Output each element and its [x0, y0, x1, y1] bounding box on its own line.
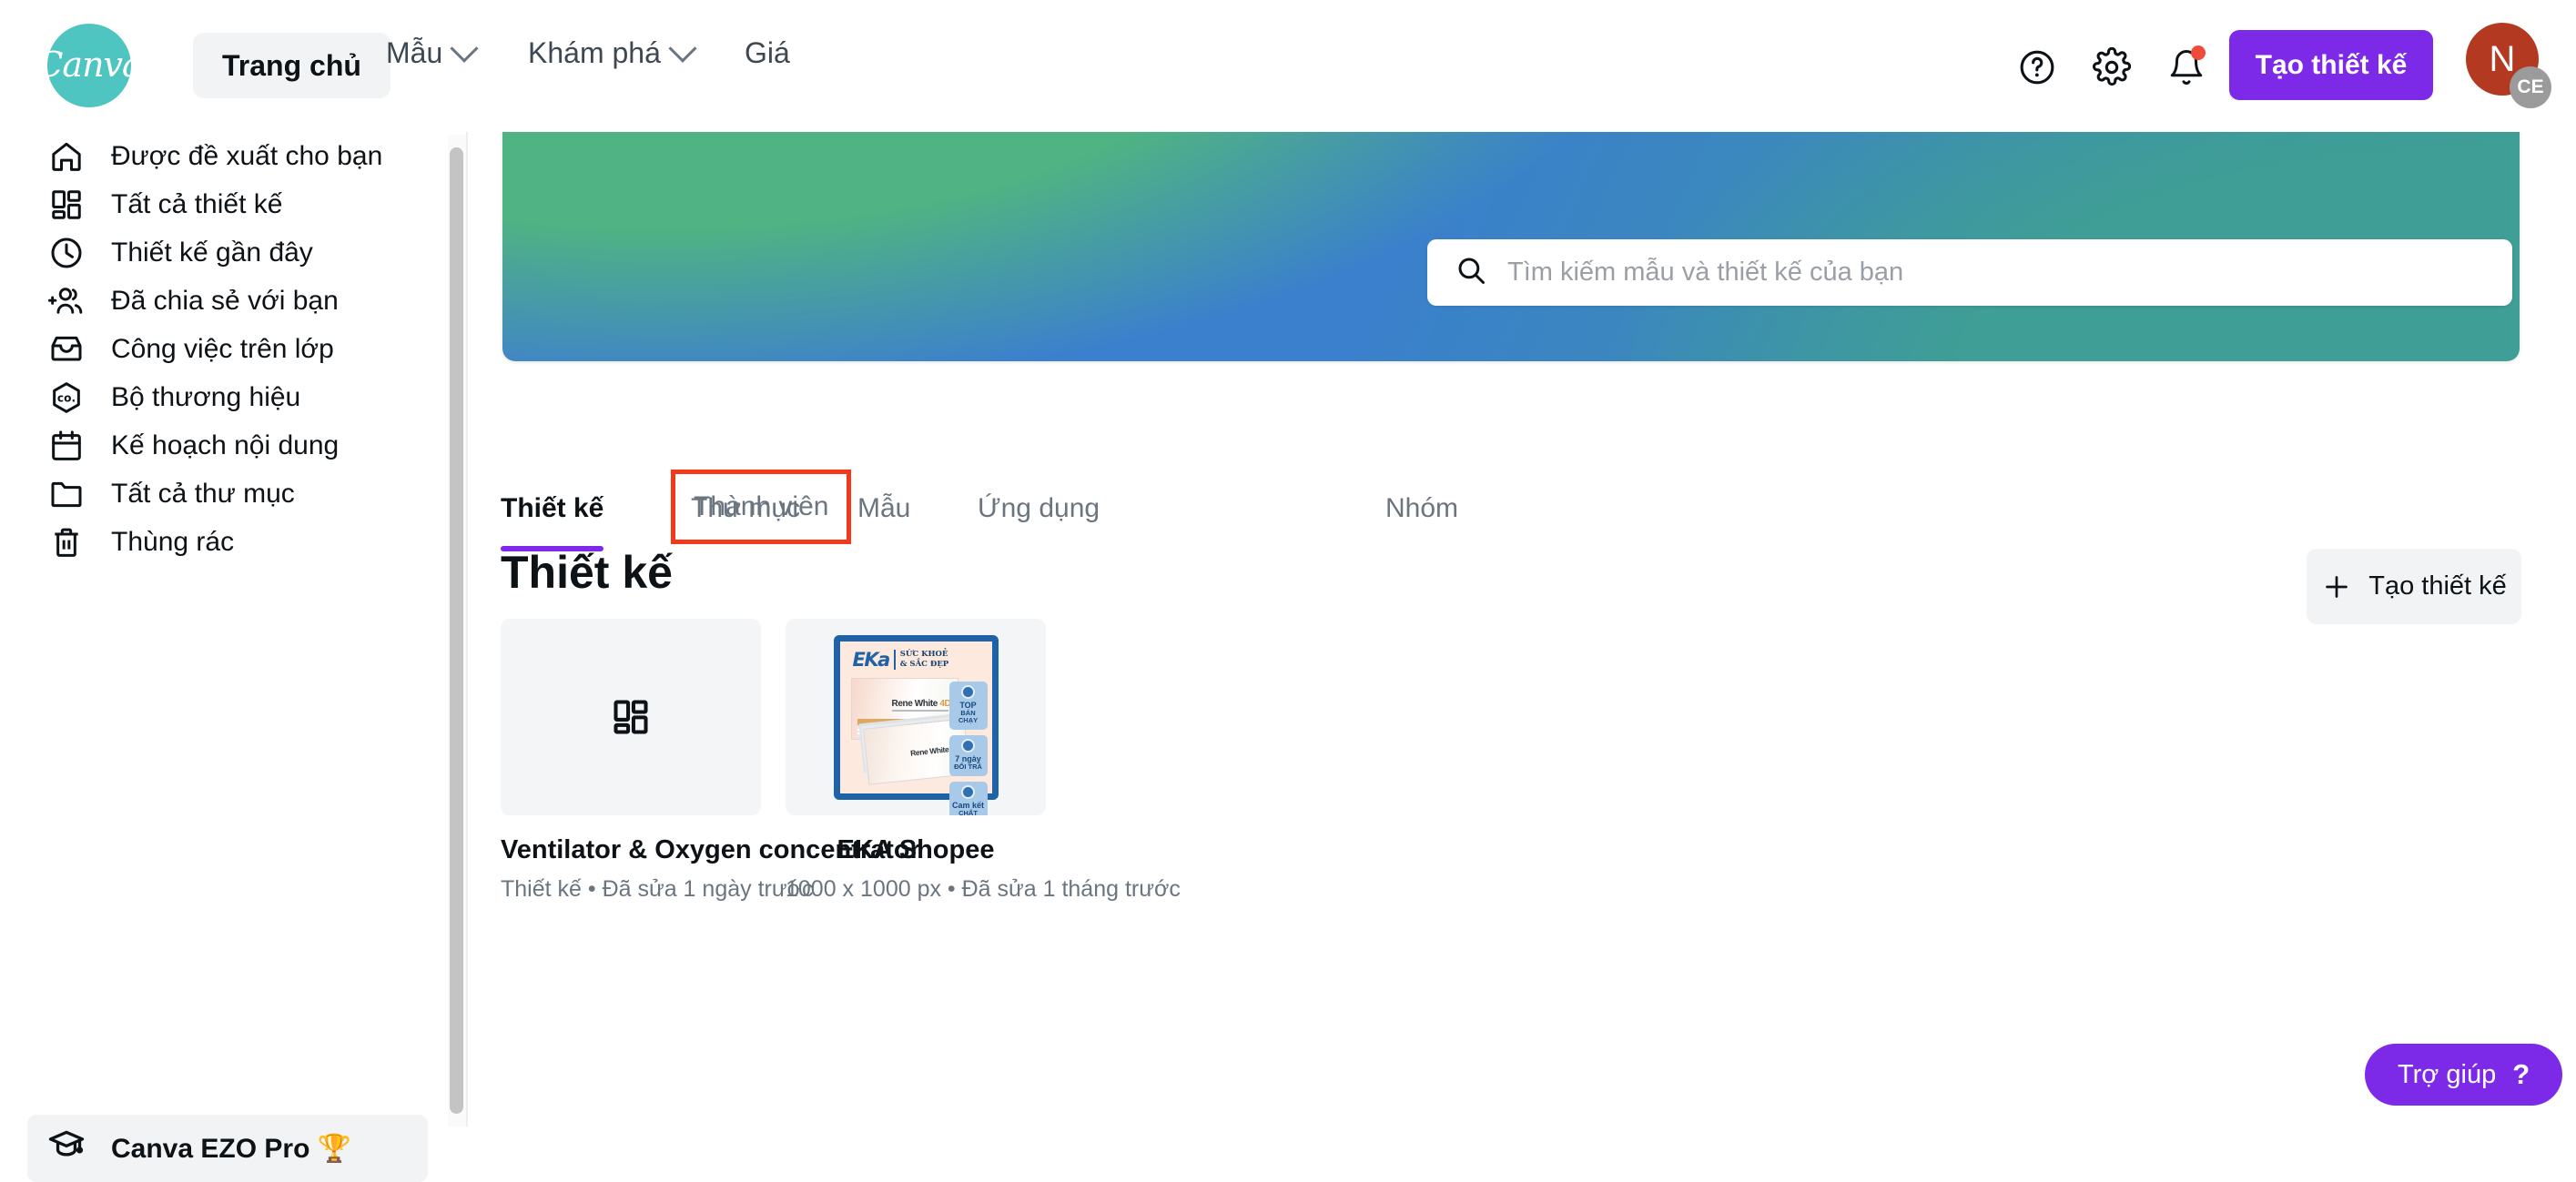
help-button[interactable]: Trợ giúp ? [2365, 1044, 2563, 1106]
home-icon [47, 137, 86, 176]
tab-thanh-vien[interactable]: Thành viên [671, 470, 852, 544]
tab-label: Thành viên [694, 491, 829, 521]
tab-nhom[interactable]: Nhóm [1385, 480, 1458, 537]
design-card[interactable]: Ventilator & Oxygen concentrator Thiết k… [501, 619, 920, 903]
design-card-subtitle: Thiết kế • Đã sửa 1 ngày trước [501, 876, 814, 902]
gear-icon[interactable] [2084, 40, 2139, 95]
add-people-icon [47, 282, 86, 320]
sidebar-item-label: Tất cả thư mục [111, 479, 295, 509]
content-tabs: Thiết kế Thư mục Mẫu Ứng dụng Thành viên… [468, 470, 2576, 551]
create-design-secondary-label: Tạo thiết kế [2368, 571, 2507, 601]
inbox-icon [47, 330, 86, 369]
svg-text:co.: co. [57, 392, 76, 405]
main-content: Thiết kế Thư mục Mẫu Ứng dụng Thành viên… [468, 132, 2576, 1126]
nav-item-label: Giá [745, 36, 790, 69]
eka-slogan-line1: SỨC KHOẺ [899, 650, 948, 660]
app-header: Canva Trang chủ Mẫu Khám phá Giá Tạo thi… [0, 0, 2576, 132]
calendar-icon [47, 427, 86, 465]
eka-product-name: Rene White 4D [891, 698, 951, 709]
tab-label: Mẫu [857, 493, 911, 523]
avatar[interactable]: N CE [2466, 23, 2551, 108]
eka-badge: 7 ngày ĐỔI TRẢ [948, 735, 988, 777]
chevron-down-icon [450, 34, 479, 63]
nav-item-mau[interactable]: Mẫu [386, 34, 479, 70]
sidebar-scrollbar-thumb[interactable] [450, 147, 463, 1114]
sidebar-item-label: Bộ thương hiệu [111, 382, 301, 412]
tab-label: Thiết kế [501, 493, 604, 523]
nav-item-label: Khám phá [528, 36, 661, 69]
sidebar-item-label: Đã chia sẻ với bạn [111, 286, 339, 316]
sidebar: Được đề xuất cho bạn Tất cả thiết kế Thi… [0, 132, 448, 1182]
nav-item-kham-pha[interactable]: Khám phá [528, 34, 697, 70]
search-icon [1455, 254, 1487, 291]
notification-dot [2191, 45, 2206, 60]
sidebar-item-label: Kế hoạch nội dung [111, 430, 340, 460]
sidebar-item-canva-ezo-pro[interactable]: Canva EZO Pro 🏆 [27, 1115, 428, 1182]
check-badge-icon [961, 785, 975, 800]
eka-divider [893, 649, 896, 670]
return-badge-icon [961, 739, 975, 753]
design-thumbnail[interactable]: EKa SỨC KHOẺ & SẮC ĐẸP Rene White 4D Ren… [786, 619, 1046, 815]
clock-icon [47, 234, 86, 272]
canva-logo-text: Canva [36, 45, 142, 85]
sidebar-item-label: Tất cả thiết kế [111, 189, 283, 219]
question-circle-icon[interactable] [2010, 40, 2064, 95]
eka-slogan: SỨC KHOẺ & SẮC ĐẸP [900, 650, 948, 669]
chevron-down-icon [668, 34, 697, 63]
grid-icon [47, 186, 86, 224]
folder-icon [47, 475, 86, 513]
trash-icon [47, 523, 86, 561]
question-mark-icon: ? [2512, 1058, 2530, 1090]
brand-hexagon-icon: co. [47, 379, 86, 417]
search-input[interactable] [1507, 258, 2463, 288]
canva-logo[interactable]: Canva [36, 24, 143, 107]
bell-icon[interactable] [2159, 40, 2214, 95]
eka-brand-text: EKa [852, 648, 891, 671]
tab-label: Nhóm [1385, 493, 1459, 523]
eka-slogan-line2: & SẮC ĐẸP [899, 659, 949, 669]
sidebar-item-label: Thiết kế gần đây [111, 237, 313, 268]
star-badge-icon [961, 684, 975, 699]
graduation-cap-icon [47, 1126, 86, 1171]
sidebar-item-label: Thùng rác [111, 527, 235, 557]
nav-item-trang-chu[interactable]: Trang chủ [193, 33, 390, 98]
nav-item-gia[interactable]: Giá [745, 36, 790, 70]
plus-icon [2326, 575, 2348, 598]
tab-thiet-ke[interactable]: Thiết kế [501, 480, 604, 551]
nav-item-label: Trang chủ [222, 48, 361, 82]
sidebar-item-thung-rac[interactable]: Thùng rác [27, 509, 428, 576]
create-design-button[interactable]: Tạo thiết kế [2229, 30, 2433, 100]
eka-badge: Cam kết CHẤT LƯỢNG [948, 782, 988, 815]
create-design-secondary-button[interactable]: Tạo thiết kế [2307, 549, 2521, 624]
page-title: Thiết kế [501, 547, 673, 598]
design-card-title: EKA Shopee [837, 835, 995, 864]
eka-badge: TOP BÁN CHẠY [948, 681, 988, 731]
grid-icon [614, 700, 648, 734]
search-bar[interactable] [1427, 239, 2512, 306]
eka-box-rule [891, 709, 948, 712]
tab-ung-dung[interactable]: Ứng dụng [978, 480, 1100, 537]
design-card-subtitle: 1000 x 1000 px • Đã sửa 1 tháng trước [786, 876, 1181, 902]
eka-logo: EKa SỨC KHOẺ & SẮC ĐẸP [853, 649, 949, 671]
tab-mau[interactable]: Mẫu [857, 480, 910, 537]
sidebar-item-label: Được đề xuất cho bạn [111, 141, 383, 171]
avatar-badge: CE [2510, 66, 2551, 108]
help-button-label: Trợ giúp [2398, 1059, 2497, 1089]
eka-badge-list: TOP BÁN CHẠY 7 ngày ĐỔI TRẢ Cam kết CHẤT… [948, 681, 988, 815]
sidebar-item-label: Công việc trên lớp [111, 334, 334, 364]
tab-label: Ứng dụng [978, 493, 1100, 523]
nav-item-label: Mẫu [386, 36, 443, 69]
sidebar-item-label: Canva EZO Pro 🏆 [111, 1133, 352, 1164]
design-card[interactable]: EKa SỨC KHOẺ & SẮC ĐẸP Rene White 4D Ren… [786, 619, 1181, 903]
design-thumbnail[interactable] [501, 619, 761, 815]
eka-artwork: EKa SỨC KHOẺ & SẮC ĐẸP Rene White 4D Ren… [833, 634, 999, 815]
design-card-title: Ventilator & Oxygen concentrator [501, 835, 920, 864]
